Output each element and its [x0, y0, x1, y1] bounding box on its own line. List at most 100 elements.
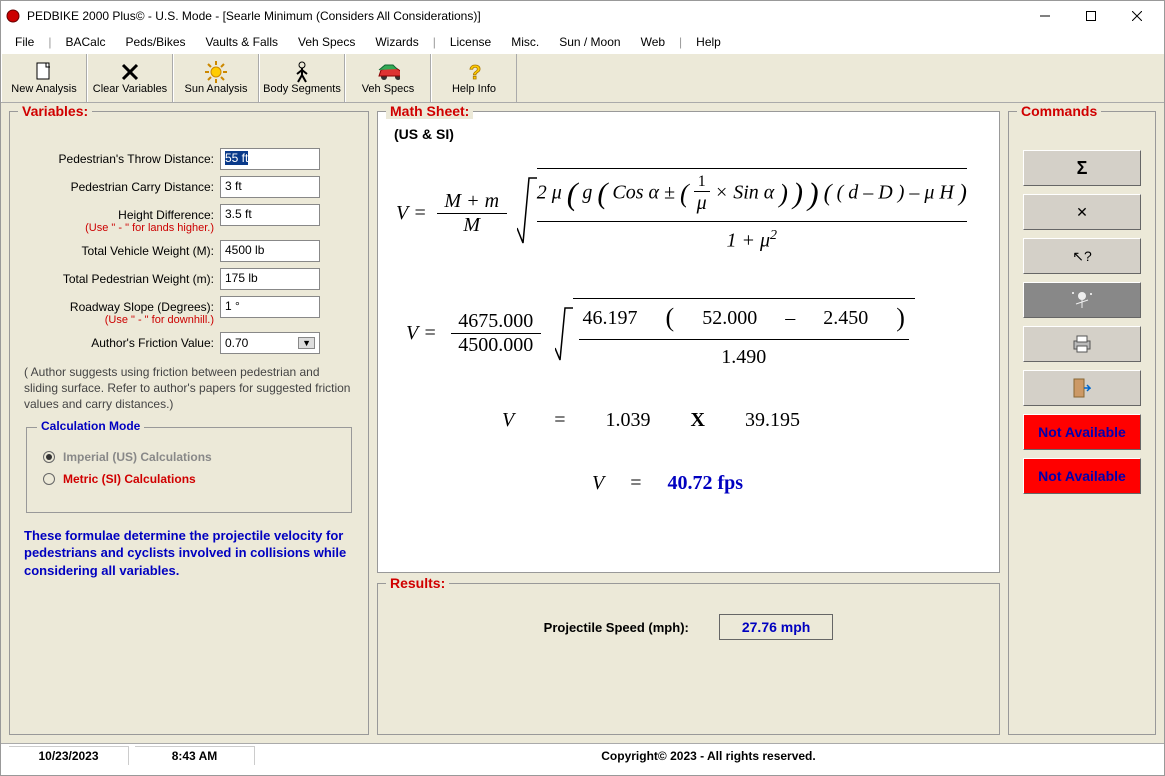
- command-wizard-button[interactable]: [1023, 282, 1141, 318]
- radio-label: Metric (SI) Calculations: [63, 472, 196, 486]
- tool-label: Veh Specs: [362, 83, 415, 95]
- tool-sun-analysis[interactable]: Sun Analysis: [173, 54, 259, 102]
- menu-sun-moon[interactable]: Sun / Moon: [551, 33, 628, 51]
- results-panel: Results: Projectile Speed (mph): 27.76 m…: [377, 583, 1000, 735]
- height-diff-sublabel: (Use " - " for lands higher.): [20, 222, 214, 234]
- vehicle-weight-label: Total Vehicle Weight (M):: [20, 240, 220, 258]
- menu-bacalc[interactable]: BACalc: [57, 33, 113, 51]
- units-label: (US & SI): [394, 126, 985, 142]
- height-diff-input[interactable]: 3.5 ft: [220, 204, 320, 226]
- slope-sublabel: (Use " - " for downhill.): [20, 314, 214, 326]
- friction-select[interactable]: 0.70 ▼: [220, 332, 320, 354]
- tool-new-analysis[interactable]: New Analysis: [1, 54, 87, 102]
- menu-veh-specs[interactable]: Veh Specs: [290, 33, 363, 51]
- command-times-button[interactable]: ✕: [1023, 194, 1141, 230]
- pedestrian-weight-label: Total Pedestrian Weight (m):: [20, 268, 220, 286]
- sun-icon: [204, 61, 228, 83]
- menu-bar: File | BACalc Peds/Bikes Vaults & Falls …: [1, 31, 1164, 53]
- times-icon: ✕: [1076, 204, 1088, 221]
- math-sheet-title: Math Sheet:: [386, 103, 473, 119]
- command-sigma-button[interactable]: Σ: [1023, 150, 1141, 186]
- window-titlebar: PEDBIKE 2000 Plus© - U.S. Mode - [Searle…: [1, 1, 1164, 31]
- friction-note: ( Author suggests using friction between…: [24, 364, 354, 413]
- command-whatsthis-button[interactable]: ↖?: [1023, 238, 1141, 274]
- formula-description: These formulae determine the projectile …: [24, 527, 354, 580]
- formula-result: V= 40.72 fps: [592, 472, 985, 495]
- commands-panel: Commands Σ ✕ ↖? Not Available Not Availa…: [1008, 111, 1156, 735]
- carry-distance-label: Pedestrian Carry Distance:: [20, 176, 220, 194]
- commands-title: Commands: [1017, 103, 1101, 119]
- menu-file[interactable]: File: [7, 33, 42, 51]
- calculation-mode-box: Calculation Mode Imperial (US) Calculati…: [26, 427, 352, 513]
- slope-input[interactable]: 1 °: [220, 296, 320, 318]
- toolbar: New Analysis Clear Variables Sun Analysi…: [1, 53, 1164, 103]
- menu-separator: |: [46, 35, 53, 49]
- client-area: Variables: Pedestrian's Throw Distance: …: [1, 103, 1164, 743]
- vehicle-icon: [376, 61, 400, 83]
- tool-body-segments[interactable]: Body Segments: [259, 54, 345, 102]
- tool-veh-specs[interactable]: Veh Specs: [345, 54, 431, 102]
- command-not-available-2[interactable]: Not Available: [1023, 458, 1141, 494]
- formula-symbolic: V = M + m M 2 μ ( g ( Cos α ± (: [396, 168, 985, 258]
- menu-license[interactable]: License: [442, 33, 499, 51]
- status-bar: 10/23/2023 8:43 AM Copyright© 2023 - All…: [1, 743, 1164, 767]
- radio-icon: [43, 473, 55, 485]
- window-minimize-button[interactable]: [1022, 1, 1068, 31]
- printer-icon: [1071, 335, 1093, 353]
- window-title: PEDBIKE 2000 Plus© - U.S. Mode - [Searle…: [27, 9, 1022, 23]
- sigma-icon: Σ: [1077, 158, 1088, 179]
- radio-icon: [43, 451, 55, 463]
- command-print-button[interactable]: [1023, 326, 1141, 362]
- clear-variables-icon: [118, 61, 142, 83]
- variables-panel: Variables: Pedestrian's Throw Distance: …: [9, 111, 369, 735]
- command-not-available-1[interactable]: Not Available: [1023, 414, 1141, 450]
- menu-wizards[interactable]: Wizards: [367, 33, 426, 51]
- tool-label: Clear Variables: [93, 83, 167, 95]
- status-date: 10/23/2023: [9, 746, 129, 765]
- menu-vaults-falls[interactable]: Vaults & Falls: [198, 33, 286, 51]
- tool-help-info[interactable]: ? Help Info: [431, 54, 517, 102]
- app-icon: [5, 8, 21, 24]
- result-value: 27.76 mph: [719, 614, 833, 640]
- command-exit-button[interactable]: [1023, 370, 1141, 406]
- status-time: 8:43 AM: [135, 746, 255, 765]
- throw-distance-label: Pedestrian's Throw Distance:: [20, 148, 220, 166]
- menu-web[interactable]: Web: [633, 33, 673, 51]
- new-analysis-icon: [32, 61, 56, 83]
- height-diff-label: Height Difference: (Use " - " for lands …: [20, 204, 220, 234]
- tool-label: New Analysis: [11, 83, 76, 95]
- menu-help[interactable]: Help: [688, 33, 729, 51]
- throw-distance-input[interactable]: 55 ft: [220, 148, 320, 170]
- radio-imperial[interactable]: Imperial (US) Calculations: [43, 450, 335, 464]
- tool-label: Sun Analysis: [185, 83, 248, 95]
- slope-label: Roadway Slope (Degrees): (Use " - " for …: [20, 296, 220, 326]
- friction-label: Author's Friction Value:: [20, 332, 220, 350]
- tool-label: Body Segments: [263, 83, 341, 95]
- menu-peds-bikes[interactable]: Peds/Bikes: [117, 33, 193, 51]
- dropdown-arrow-icon: ▼: [298, 337, 315, 349]
- pedestrian-weight-input[interactable]: 175 lb: [220, 268, 320, 290]
- menu-separator: |: [431, 35, 438, 49]
- tool-clear-variables[interactable]: Clear Variables: [87, 54, 173, 102]
- window-maximize-button[interactable]: [1068, 1, 1114, 31]
- menu-separator: |: [677, 35, 684, 49]
- vehicle-weight-input[interactable]: 4500 lb: [220, 240, 320, 262]
- results-title: Results:: [386, 575, 449, 591]
- formula-product: V= 1.039 X 39.195: [502, 409, 985, 432]
- svg-text:?: ?: [469, 62, 481, 83]
- body-segments-icon: [290, 61, 314, 83]
- math-sheet-content: (US & SI) V = M + m M 2 μ ( g ( C: [378, 112, 999, 572]
- math-sheet-panel: Math Sheet: (US & SI) V = M + m M: [377, 111, 1000, 573]
- status-copyright: Copyright© 2023 - All rights reserved.: [261, 749, 1156, 763]
- variables-title: Variables:: [18, 103, 92, 119]
- window-close-button[interactable]: [1114, 1, 1160, 31]
- result-label: Projectile Speed (mph):: [544, 620, 689, 635]
- center-column: Math Sheet: (US & SI) V = M + m M: [377, 111, 1000, 735]
- help-icon: ?: [462, 61, 486, 83]
- menu-misc[interactable]: Misc.: [503, 33, 547, 51]
- carry-distance-input[interactable]: 3 ft: [220, 176, 320, 198]
- wizard-icon: [1067, 288, 1097, 312]
- door-exit-icon: [1073, 378, 1091, 398]
- radio-metric[interactable]: Metric (SI) Calculations: [43, 472, 335, 486]
- radio-label: Imperial (US) Calculations: [63, 450, 212, 464]
